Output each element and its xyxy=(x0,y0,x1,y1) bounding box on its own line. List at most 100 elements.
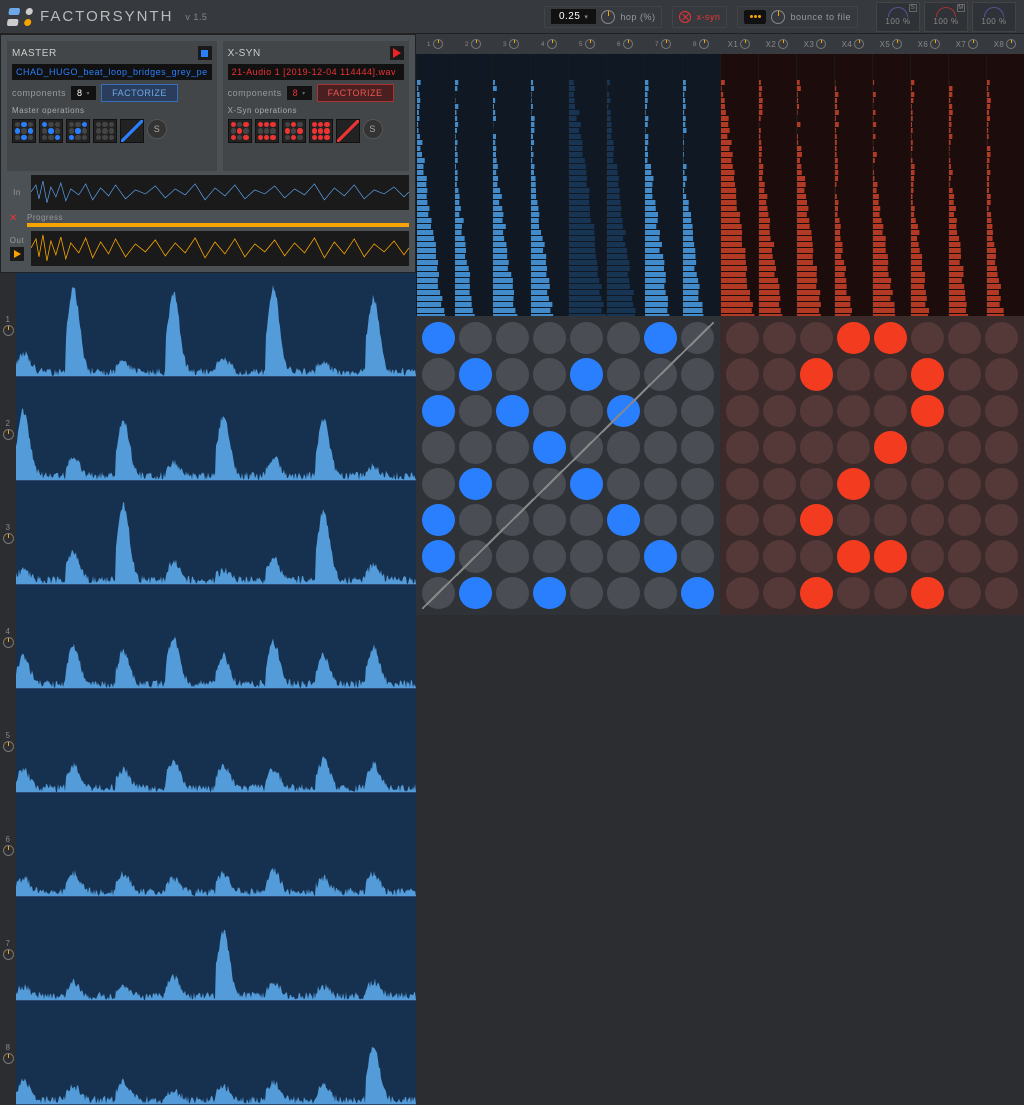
matrix-cell[interactable] xyxy=(874,468,907,500)
xsyn-op-2[interactable] xyxy=(255,119,279,143)
matrix-cell[interactable] xyxy=(681,577,714,609)
component-wave-5[interactable] xyxy=(16,689,416,793)
matrix-cell[interactable] xyxy=(496,504,529,536)
component-knob-8[interactable]: 8 xyxy=(0,1001,16,1105)
matrix-cell[interactable] xyxy=(911,468,944,500)
spectral-col-1[interactable] xyxy=(416,54,454,316)
matrix-cell[interactable] xyxy=(837,431,870,463)
spectral-knob-x7[interactable]: X7 xyxy=(948,34,986,54)
matrix-cell[interactable] xyxy=(837,540,870,572)
matrix-cell[interactable] xyxy=(726,395,759,427)
spectral-col-9[interactable] xyxy=(720,54,758,316)
matrix-cell[interactable] xyxy=(422,395,455,427)
master-op-5[interactable] xyxy=(120,119,144,143)
matrix-cell[interactable] xyxy=(607,358,640,390)
master-file[interactable]: CHAD_HUGO_beat_loop_bridges_grey_pe xyxy=(12,64,212,80)
matrix-cell[interactable] xyxy=(874,322,907,354)
spectral-col-10[interactable] xyxy=(758,54,796,316)
matrix-cell[interactable] xyxy=(607,504,640,536)
matrix-cell[interactable] xyxy=(459,358,492,390)
component-knob-5[interactable]: 5 xyxy=(0,689,16,793)
matrix-cell[interactable] xyxy=(911,395,944,427)
matrix-cell[interactable] xyxy=(422,431,455,463)
matrix-cell[interactable] xyxy=(422,468,455,500)
spectral-knob-x5[interactable]: X5 xyxy=(872,34,910,54)
xsyn-op-4[interactable] xyxy=(309,119,333,143)
matrix-cell[interactable] xyxy=(681,504,714,536)
matrix-cell[interactable] xyxy=(800,395,833,427)
spectral-col-6[interactable] xyxy=(606,54,644,316)
bounce-icon[interactable] xyxy=(744,10,766,24)
matrix-cell[interactable] xyxy=(533,540,566,572)
matrix-cell[interactable] xyxy=(948,504,981,536)
matrix-cell[interactable] xyxy=(496,540,529,572)
matrix-cell[interactable] xyxy=(837,577,870,609)
matrix-cell[interactable] xyxy=(496,395,529,427)
master-op-3[interactable] xyxy=(66,119,90,143)
matrix-cell[interactable] xyxy=(726,431,759,463)
spectral-knob-x3[interactable]: X3 xyxy=(796,34,834,54)
matrix-cell[interactable] xyxy=(496,358,529,390)
matrix-cell[interactable] xyxy=(533,395,566,427)
matrix-cell[interactable] xyxy=(496,431,529,463)
matrix-cell[interactable] xyxy=(533,504,566,536)
xsyn-solo-button[interactable]: S xyxy=(363,119,383,139)
master-solo-button[interactable]: S xyxy=(147,119,167,139)
matrix-cell[interactable] xyxy=(644,468,677,500)
spectral-knob-6[interactable]: 6 xyxy=(606,34,644,54)
matrix-cell[interactable] xyxy=(607,577,640,609)
hop-knob[interactable] xyxy=(601,10,615,24)
matrix-cell[interactable] xyxy=(800,431,833,463)
xsyn-op-1[interactable] xyxy=(228,119,252,143)
xsyn-op-3[interactable] xyxy=(282,119,306,143)
matrix-cell[interactable] xyxy=(763,504,796,536)
matrix-cell[interactable] xyxy=(726,468,759,500)
component-wave-1[interactable] xyxy=(16,273,416,377)
xsyn-factorize-button[interactable]: FACTORIZE xyxy=(317,84,394,102)
matrix-cell[interactable] xyxy=(570,504,603,536)
matrix-cell[interactable] xyxy=(985,504,1018,536)
component-wave-7[interactable] xyxy=(16,897,416,1001)
matrix-cell[interactable] xyxy=(570,322,603,354)
matrix-cell[interactable] xyxy=(422,577,455,609)
matrix-cell[interactable] xyxy=(800,358,833,390)
spectral-knob-8[interactable]: 8 xyxy=(682,34,720,54)
matrix-cell[interactable] xyxy=(681,358,714,390)
matrix-cell[interactable] xyxy=(570,358,603,390)
matrix-cell[interactable] xyxy=(948,322,981,354)
matrix-cell[interactable] xyxy=(459,540,492,572)
matrix-cell[interactable] xyxy=(763,358,796,390)
matrix-cell[interactable] xyxy=(800,577,833,609)
matrix-cell[interactable] xyxy=(496,468,529,500)
matrix-cell[interactable] xyxy=(837,358,870,390)
matrix-cell[interactable] xyxy=(985,431,1018,463)
matrix-cell[interactable] xyxy=(644,577,677,609)
master-op-1[interactable] xyxy=(12,119,36,143)
matrix-cell[interactable] xyxy=(459,431,492,463)
matrix-cell[interactable] xyxy=(422,540,455,572)
spectral-col-11[interactable] xyxy=(796,54,834,316)
spectral-knob-2[interactable]: 2 xyxy=(454,34,492,54)
matrix-cell[interactable] xyxy=(911,322,944,354)
matrix-cell[interactable] xyxy=(681,322,714,354)
master-stop-button[interactable] xyxy=(198,46,212,60)
component-wave-4[interactable] xyxy=(16,585,416,689)
matrix-cell[interactable] xyxy=(985,322,1018,354)
master-matrix[interactable] xyxy=(416,316,720,615)
output-waveform[interactable] xyxy=(31,231,409,266)
matrix-cell[interactable] xyxy=(644,395,677,427)
xsyn-components-value[interactable]: 8 xyxy=(287,86,312,100)
matrix-cell[interactable] xyxy=(763,431,796,463)
matrix-cell[interactable] xyxy=(911,431,944,463)
spectral-knob-x8[interactable]: X8 xyxy=(986,34,1024,54)
matrix-cell[interactable] xyxy=(837,468,870,500)
spectral-col-7[interactable] xyxy=(644,54,682,316)
matrix-cell[interactable] xyxy=(726,322,759,354)
xsyn-icon[interactable] xyxy=(679,11,691,23)
spectral-knob-x6[interactable]: X6 xyxy=(910,34,948,54)
spectral-knob-7[interactable]: 7 xyxy=(644,34,682,54)
component-knob-4[interactable]: 4 xyxy=(0,585,16,689)
component-wave-2[interactable] xyxy=(16,377,416,481)
xsyn-play-button[interactable] xyxy=(390,46,404,60)
spectral-col-16[interactable] xyxy=(986,54,1024,316)
